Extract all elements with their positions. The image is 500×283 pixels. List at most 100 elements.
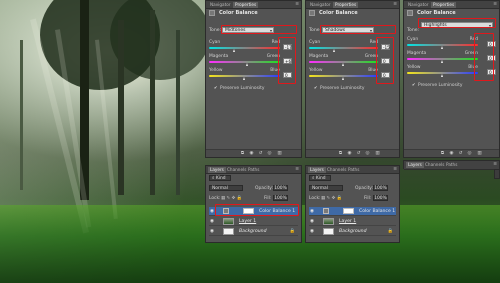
slider-left-label: Yellow <box>309 68 323 73</box>
blend-mode-select[interactable]: Normal <box>309 185 343 191</box>
tab-navigator[interactable]: Navigator <box>406 2 431 8</box>
tab-channels[interactable]: Channels <box>325 167 348 173</box>
panel-tabbar: Navigator Properties ≡ <box>206 1 301 9</box>
cyan-red-slider[interactable] <box>209 47 280 49</box>
clip-to-layer-icon[interactable]: ⧉ <box>338 151 343 156</box>
fill-input[interactable]: 100% <box>373 195 388 201</box>
adjustment-title: Color Balance <box>417 10 456 16</box>
tab-properties[interactable]: Properties <box>431 2 457 8</box>
slider-thumb[interactable] <box>332 49 335 52</box>
filter-kind-select[interactable]: ⌕ Kind <box>309 175 331 181</box>
tab-paths[interactable]: Paths <box>246 167 261 173</box>
tab-navigator[interactable]: Navigator <box>208 2 233 8</box>
eye-icon[interactable]: ◉ <box>210 229 214 234</box>
layer-row-background[interactable]: ◉ Background 🔒 <box>309 227 396 236</box>
opacity-label: Opacity: <box>255 186 274 191</box>
tab-paths[interactable]: Paths <box>444 162 459 168</box>
slider-left-label: Cyan <box>209 40 221 45</box>
layers-panel-2: Layers Channels Paths ≡ ⌕ Kind Normal Op… <box>305 165 400 243</box>
blend-mode-select[interactable]: Normal <box>209 185 243 191</box>
preserve-luminosity-checkbox[interactable]: ✔ Preserve Luminosity <box>412 83 462 89</box>
visibility-icon[interactable]: ◎ <box>467 151 472 156</box>
layer-name: Layer 1 <box>239 219 257 224</box>
slider-thumb[interactable] <box>246 63 249 66</box>
magenta-green-slider[interactable] <box>209 61 280 63</box>
layer-row-layer-1[interactable]: ◉ Layer 1 <box>209 217 298 226</box>
reset-icon[interactable]: ↺ <box>356 151 361 156</box>
panel-menu-icon[interactable]: ≡ <box>393 167 397 172</box>
slider-left-label: Yellow <box>407 65 421 70</box>
panel-tabbar: Navigator Properties ≡ <box>306 1 399 9</box>
visibility-icon[interactable]: ◎ <box>365 151 370 156</box>
tree-trunk <box>176 30 180 195</box>
slider-left-label: Magenta <box>209 54 229 59</box>
layer-row-layer-1[interactable]: ◉ Layer 1 <box>309 217 396 226</box>
eye-icon[interactable]: ◉ <box>210 219 214 224</box>
filter-kind-select[interactable]: ⌕ Kind <box>209 175 231 181</box>
eye-icon[interactable]: ◉ <box>310 219 314 224</box>
preserve-luminosity-label: Preserve Luminosity <box>320 86 365 91</box>
layer-row-background[interactable]: ◉ Background 🔒 <box>209 227 298 236</box>
adjustment-title: Color Balance <box>219 10 258 16</box>
slider-thumb[interactable] <box>242 77 245 80</box>
layers-tabbar: Layers Channels Paths ≡ <box>206 166 301 174</box>
eye-icon[interactable]: ◉ <box>210 209 214 214</box>
slider-thumb[interactable] <box>232 49 235 52</box>
reset-icon[interactable]: ↺ <box>458 151 463 156</box>
blend-mode-value: Normal <box>212 186 228 191</box>
panel-menu-icon[interactable]: ≡ <box>493 162 497 167</box>
filter-icon: ⌕ <box>212 176 215 181</box>
clip-to-layer-icon[interactable]: ⧉ <box>240 151 245 156</box>
tab-properties[interactable]: Properties <box>233 2 259 8</box>
view-previous-icon[interactable]: ◉ <box>249 151 254 156</box>
slider-thumb[interactable] <box>440 60 443 63</box>
tab-navigator[interactable]: Navigator <box>308 2 333 8</box>
panel-menu-icon[interactable]: ≡ <box>493 2 497 7</box>
scrollbar-strip[interactable] <box>494 169 500 179</box>
cyan-red-slider[interactable] <box>309 47 378 49</box>
preserve-luminosity-checkbox[interactable]: ✔ Preserve Luminosity <box>214 86 265 92</box>
panel-bottom-toolbar: ⧉ ◉ ↺ ◎ ▥ <box>306 149 399 157</box>
opacity-input[interactable]: 100% <box>273 185 288 191</box>
preserve-luminosity-label: Preserve Luminosity <box>220 86 265 91</box>
layer-row-color-balance[interactable]: ◉ Color Balance 1 <box>309 207 396 216</box>
panel-menu-icon[interactable]: ≡ <box>295 2 299 7</box>
slider-left-label: Magenta <box>309 54 329 59</box>
fill-input[interactable]: 100% <box>273 195 288 201</box>
view-previous-icon[interactable]: ◉ <box>449 151 454 156</box>
slider-thumb[interactable] <box>341 63 344 66</box>
slider-thumb[interactable] <box>440 46 443 49</box>
preserve-luminosity-checkbox[interactable]: ✔ Preserve Luminosity <box>314 86 365 92</box>
slider-thumb[interactable] <box>440 74 443 77</box>
eye-icon[interactable]: ◉ <box>310 209 314 214</box>
tab-layers[interactable]: Layers <box>406 162 424 168</box>
panel-bottom-toolbar: ⧉ ◉ ↺ ◎ ▥ <box>206 149 301 157</box>
fill-label: Fill: <box>364 196 372 201</box>
layer-thumbnail <box>223 228 234 235</box>
tab-layers[interactable]: Layers <box>208 167 226 173</box>
visibility-icon[interactable]: ◎ <box>267 151 272 156</box>
tab-paths[interactable]: Paths <box>346 167 361 173</box>
tone-label: Tone: <box>209 28 222 33</box>
reset-icon[interactable]: ↺ <box>258 151 263 156</box>
panel-menu-icon[interactable]: ≡ <box>295 167 299 172</box>
view-previous-icon[interactable]: ◉ <box>347 151 352 156</box>
trash-icon[interactable]: ▥ <box>477 151 482 156</box>
opacity-input[interactable]: 100% <box>373 185 388 191</box>
adjustment-title-row: Color Balance <box>309 10 396 17</box>
trash-icon[interactable]: ▥ <box>277 151 282 156</box>
slider-left-label: Yellow <box>209 68 223 73</box>
lock-icons[interactable]: ▦ ✎ ✥ 🔒 <box>321 196 342 201</box>
eye-icon[interactable]: ◉ <box>310 229 314 234</box>
tab-layers[interactable]: Layers <box>308 167 326 173</box>
clip-to-layer-icon[interactable]: ⧉ <box>440 151 445 156</box>
layer-mask-thumbnail[interactable] <box>343 208 354 214</box>
lock-icons[interactable]: ▦ ✎ ✥ 🔒 <box>221 196 242 201</box>
filter-icon: ⌕ <box>312 176 315 181</box>
tab-channels[interactable]: Channels <box>423 162 446 168</box>
panel-menu-icon[interactable]: ≡ <box>393 2 397 7</box>
tab-channels[interactable]: Channels <box>225 167 248 173</box>
trash-icon[interactable]: ▥ <box>375 151 380 156</box>
tab-properties[interactable]: Properties <box>333 2 359 8</box>
slider-thumb[interactable] <box>341 77 344 80</box>
